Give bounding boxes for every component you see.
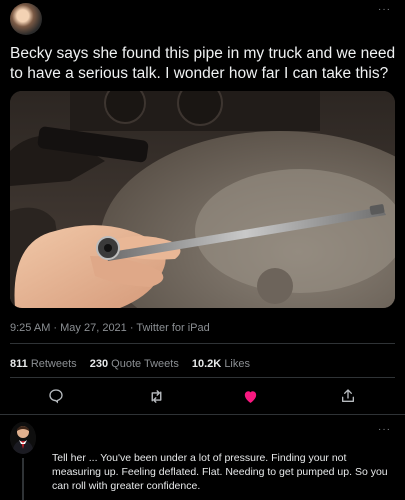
quotes-stat[interactable]: 230 Quote Tweets bbox=[90, 358, 182, 370]
thread-line bbox=[22, 458, 24, 500]
share-icon[interactable] bbox=[338, 386, 358, 406]
tweet-time: 9:25 AM bbox=[10, 322, 51, 334]
likes-label: Likes bbox=[224, 358, 250, 370]
comment-icon[interactable] bbox=[46, 386, 66, 406]
divider bbox=[10, 377, 395, 378]
divider bbox=[0, 414, 405, 415]
tweet-date: May 27, 2021 bbox=[60, 322, 127, 334]
heart-icon[interactable] bbox=[240, 386, 260, 406]
retweets-count: 811 bbox=[10, 358, 28, 370]
tweet-media-photo[interactable] bbox=[10, 91, 395, 308]
tweet-source[interactable]: Twitter for iPad bbox=[136, 322, 209, 334]
likes-count: 10.2K bbox=[191, 358, 222, 370]
tweet-actions bbox=[0, 386, 405, 408]
tweet-avatar[interactable] bbox=[10, 3, 42, 35]
tweet-text: Becky says she found this pipe in my tru… bbox=[10, 45, 396, 82]
retweets-stat[interactable]: 811 Retweets bbox=[10, 358, 80, 370]
quotes-count: 230 bbox=[89, 358, 109, 370]
tweet-stats: 811 Retweets 230 Quote Tweets 10.2K Like… bbox=[10, 358, 260, 370]
likes-stat[interactable]: 10.2K Likes bbox=[192, 358, 250, 370]
retweet-icon[interactable] bbox=[146, 386, 166, 406]
more-options-icon[interactable]: ··· bbox=[378, 424, 391, 435]
tweet-timestamp[interactable]: 9:25 AM · May 27, 2021 · Twitter for iPa… bbox=[10, 322, 210, 334]
divider bbox=[10, 343, 395, 344]
retweets-label: Retweets bbox=[30, 358, 77, 370]
reply-text: Tell her ... You've been under a lot of … bbox=[52, 452, 388, 492]
quotes-label: Quote Tweets bbox=[111, 358, 179, 370]
reply-avatar[interactable] bbox=[10, 422, 36, 454]
more-options-icon[interactable]: ··· bbox=[378, 4, 391, 15]
